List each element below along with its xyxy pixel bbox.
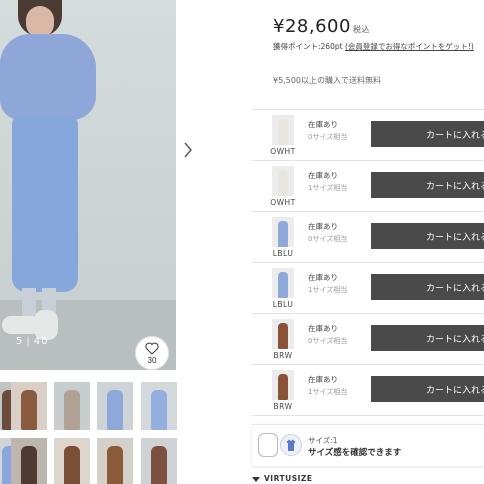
add-to-cart-button[interactable]: カートに入れる [371, 172, 484, 198]
chevron-right-icon [184, 142, 192, 158]
sku-color-swatch[interactable] [272, 217, 294, 247]
sku-row: BRW 在庫あり 0サイズ相当 カートに入れる [252, 314, 484, 365]
sku-size: 0サイズ相当 [308, 337, 348, 345]
sku-stock-status: 在庫あり [308, 273, 338, 282]
sku-row: BRW 在庫あり 1サイズ相当 カートに入れる [252, 365, 484, 416]
thumbnail-figure [107, 390, 123, 430]
sku-color-code: LBLU [272, 300, 294, 309]
thumbnail-figure [64, 390, 80, 430]
counter-current: 5 [16, 336, 24, 347]
sku-size: 1サイズ相当 [308, 388, 348, 396]
sku-color-code: LBLU [272, 249, 294, 258]
model-blouse [0, 34, 96, 120]
price-value: ¥28,600 [273, 16, 351, 37]
sku-size: 0サイズ相当 [308, 235, 348, 243]
sku-color-swatch[interactable] [272, 268, 294, 298]
free-shipping-note: ¥5,500以上の購入で送料無料 [273, 76, 381, 85]
sku-color-code: OWHT [270, 198, 296, 207]
product-price: ¥28,600 税込 [273, 16, 370, 37]
sku-row: OWHT 在庫あり 0サイズ相当 カートに入れる [252, 110, 484, 161]
add-to-cart-button[interactable]: カートに入れる [371, 223, 484, 249]
thumbnail-figure [21, 446, 37, 484]
thumbnail-figure [64, 446, 80, 484]
counter-total: 40 [33, 336, 49, 347]
swatch-figure [278, 323, 288, 349]
thumbnail-figure [21, 390, 37, 430]
sku-stock-status: 在庫あり [308, 324, 338, 333]
sku-size: 1サイズ相当 [308, 184, 348, 192]
image-counter: 5 | 40 [16, 336, 48, 347]
counter-separator: | [26, 336, 31, 347]
add-to-cart-button[interactable]: カートに入れる [371, 121, 484, 147]
sku-stock-status: 在庫あり [308, 120, 338, 129]
virtusize-brand: VIRTUSIZE [264, 474, 313, 483]
virtusize-prompt: サイズ感を確認できます [308, 448, 402, 458]
swatch-figure [278, 374, 288, 400]
swatch-figure [278, 170, 288, 196]
virtusize-logo-icon [252, 476, 260, 482]
sku-stock-status: 在庫あり [308, 171, 338, 180]
virtusize-widget[interactable]: サイズ:1 サイズ感を確認できます [252, 424, 484, 466]
virtusize-logo: VIRTUSIZE [252, 474, 313, 483]
swatch-figure [278, 221, 288, 247]
favorite-count: 30 [147, 355, 157, 365]
virtusize-garment-icon [280, 434, 302, 456]
thumbnail-figure [151, 446, 167, 484]
virtusize-body-button[interactable] [258, 433, 278, 457]
sku-color-swatch[interactable] [272, 370, 294, 400]
sku-size: 1サイズ相当 [308, 286, 348, 294]
thumbnail[interactable] [54, 438, 90, 484]
heart-icon [145, 342, 159, 355]
sku-row: LBLU 在庫あり 1サイズ相当 カートに入れる [252, 263, 484, 314]
next-image-button[interactable] [182, 140, 198, 160]
sku-divider [252, 415, 484, 416]
sku-color-code: BRW [273, 402, 293, 411]
sku-stock-status: 在庫あり [308, 375, 338, 384]
thumbnail[interactable] [11, 438, 47, 484]
favorite-button[interactable]: 30 [135, 336, 169, 370]
sku-color-swatch[interactable] [272, 166, 294, 196]
sku-stock-status: 在庫あり [308, 222, 338, 231]
tax-label: 税込 [352, 25, 370, 34]
main-product-photo[interactable] [0, 0, 176, 370]
member-points-link[interactable]: (会員登録でお得なポイントをゲット!) [345, 42, 474, 51]
product-page: 5 | 40 30 ¥28,600 税込 獲得ポイント:260pt (会員登録でお得な… [0, 0, 484, 484]
thumbnail[interactable] [141, 382, 177, 430]
sku-color-swatch[interactable] [272, 115, 294, 145]
thumbnail-figure [107, 446, 123, 484]
thumbnail-figure [151, 390, 167, 430]
thumbnail[interactable] [141, 438, 177, 484]
add-to-cart-button[interactable]: カートに入れる [371, 325, 484, 351]
sku-row: LBLU 在庫あり 0サイズ相当 カートに入れる [252, 212, 484, 263]
sku-size: 0サイズ相当 [308, 133, 348, 141]
add-to-cart-button[interactable]: カートに入れる [371, 274, 484, 300]
sku-color-swatch[interactable] [272, 319, 294, 349]
virtusize-size-label: サイズ:1 [308, 436, 338, 445]
thumbnail[interactable] [97, 438, 133, 484]
sku-color-code: OWHT [270, 147, 296, 156]
model-skirt [12, 116, 78, 292]
sku-row: OWHT 在庫あり 1サイズ相当 カートに入れる [252, 161, 484, 212]
sku-color-code: BRW [273, 351, 293, 360]
thumbnail[interactable] [11, 382, 47, 430]
swatch-figure [278, 272, 288, 298]
points-label: 獲得ポイント:260pt [273, 42, 343, 51]
thumbnail[interactable] [97, 382, 133, 430]
add-to-cart-button[interactable]: カートに入れる [371, 376, 484, 402]
swatch-figure [278, 119, 288, 145]
points-info: 獲得ポイント:260pt (会員登録でお得なポイントをゲット!) [273, 41, 474, 52]
thumbnail[interactable] [54, 382, 90, 430]
